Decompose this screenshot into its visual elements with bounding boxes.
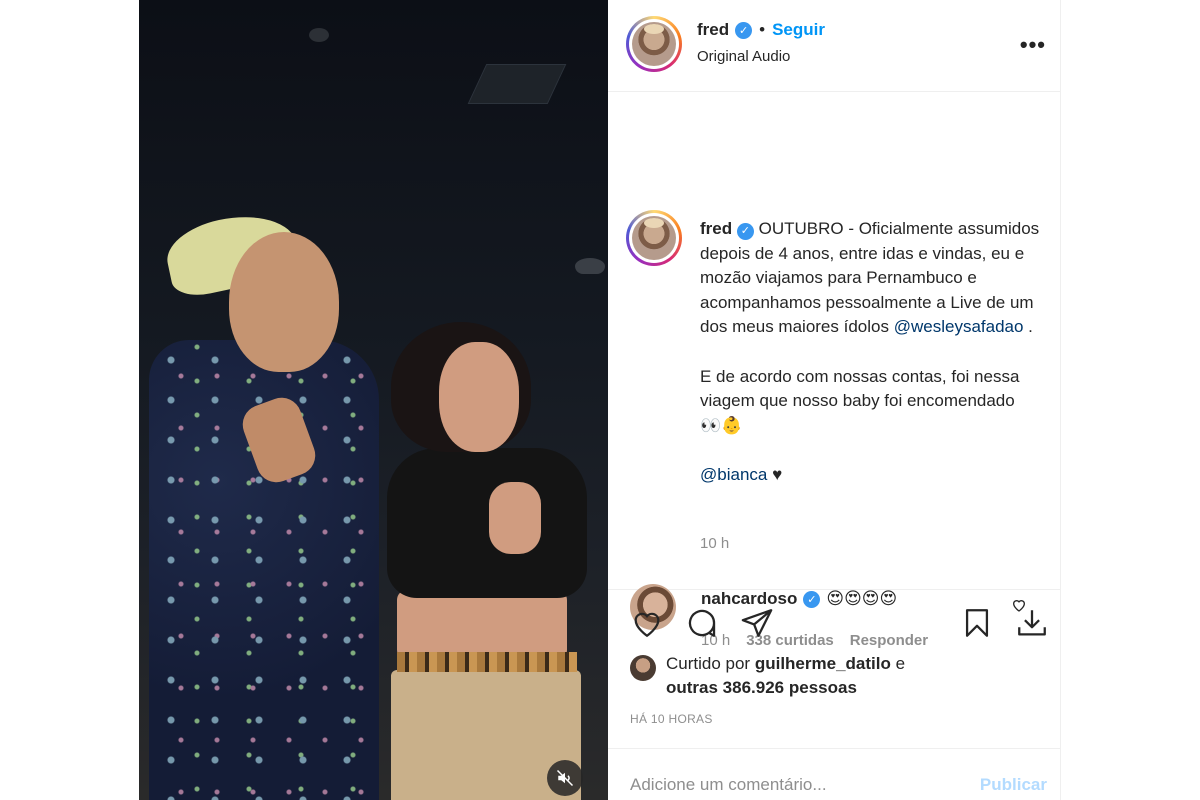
follow-button[interactable]: Seguir bbox=[772, 20, 825, 40]
ceiling-light bbox=[309, 28, 329, 42]
author-line: fred ✓ • Seguir bbox=[697, 20, 825, 40]
action-bar bbox=[608, 602, 1061, 650]
liker-avatar[interactable] bbox=[630, 655, 656, 681]
more-options-icon[interactable]: ••• bbox=[1020, 32, 1046, 58]
post-header: fred ✓ • Seguir Original Audio ••• bbox=[608, 0, 1060, 92]
comment-input[interactable]: Adicione um comentário... bbox=[630, 775, 827, 795]
mention-link[interactable]: @wesleysafadao bbox=[894, 317, 1024, 336]
download-icon[interactable] bbox=[1015, 606, 1049, 640]
post-age[interactable]: HÁ 10 HORAS bbox=[630, 712, 713, 726]
post-details-panel: fred ✓ • Seguir Original Audio ••• fred … bbox=[608, 0, 1061, 800]
likes-prefix: Curtido por bbox=[666, 654, 755, 673]
author-username[interactable]: fred bbox=[697, 20, 729, 40]
caption-and-comments: fred ✓ OUTUBRO - Oficialmente assumidos … bbox=[608, 92, 1060, 649]
caption-text-end: . bbox=[1023, 317, 1033, 337]
post-caption: fred ✓ OUTUBRO - Oficialmente assumidos … bbox=[700, 217, 1040, 488]
publish-button[interactable]: Publicar bbox=[980, 775, 1047, 795]
share-icon[interactable] bbox=[740, 606, 774, 640]
mention-link-bianca[interactable]: @bianca bbox=[700, 465, 767, 484]
caption-paragraph-2: E de acordo com nossas contas, foi nessa… bbox=[700, 366, 1020, 435]
liker-username[interactable]: guilherme_datilo bbox=[755, 654, 891, 673]
mute-icon bbox=[556, 769, 574, 787]
caption-author-username[interactable]: fred bbox=[700, 219, 732, 238]
post-video[interactable] bbox=[139, 0, 608, 800]
bookmark-icon[interactable] bbox=[960, 606, 994, 640]
woman-belt bbox=[397, 652, 577, 672]
ceiling-vent bbox=[467, 64, 567, 104]
verified-badge-icon: ✓ bbox=[735, 21, 753, 39]
man-head bbox=[229, 232, 339, 372]
woman-hand bbox=[489, 482, 541, 554]
likes-middle: e bbox=[890, 654, 906, 673]
mute-button[interactable] bbox=[547, 760, 583, 796]
woman-waist bbox=[397, 590, 567, 660]
likes-summary: Curtido por guilherme_datilo e outras 38… bbox=[630, 652, 905, 700]
others-likes-link[interactable]: outras 386.926 pessoas bbox=[666, 676, 905, 700]
verified-badge-icon: ✓ bbox=[736, 222, 754, 240]
heart-icon[interactable] bbox=[630, 606, 664, 640]
comment-input-bar: Adicione um comentário... Publicar bbox=[608, 748, 1061, 800]
woman-face bbox=[439, 342, 519, 452]
separator-dot: • bbox=[759, 20, 766, 39]
audio-label[interactable]: Original Audio bbox=[697, 48, 790, 65]
pendant-lamp bbox=[575, 258, 605, 274]
caption-author-avatar[interactable] bbox=[626, 210, 682, 266]
caption-timestamp[interactable]: 10 h bbox=[700, 535, 729, 552]
comment-icon[interactable] bbox=[685, 606, 719, 640]
heart-emoji: ♥ bbox=[767, 464, 783, 484]
woman-top bbox=[387, 448, 587, 598]
author-avatar[interactable] bbox=[626, 16, 682, 72]
